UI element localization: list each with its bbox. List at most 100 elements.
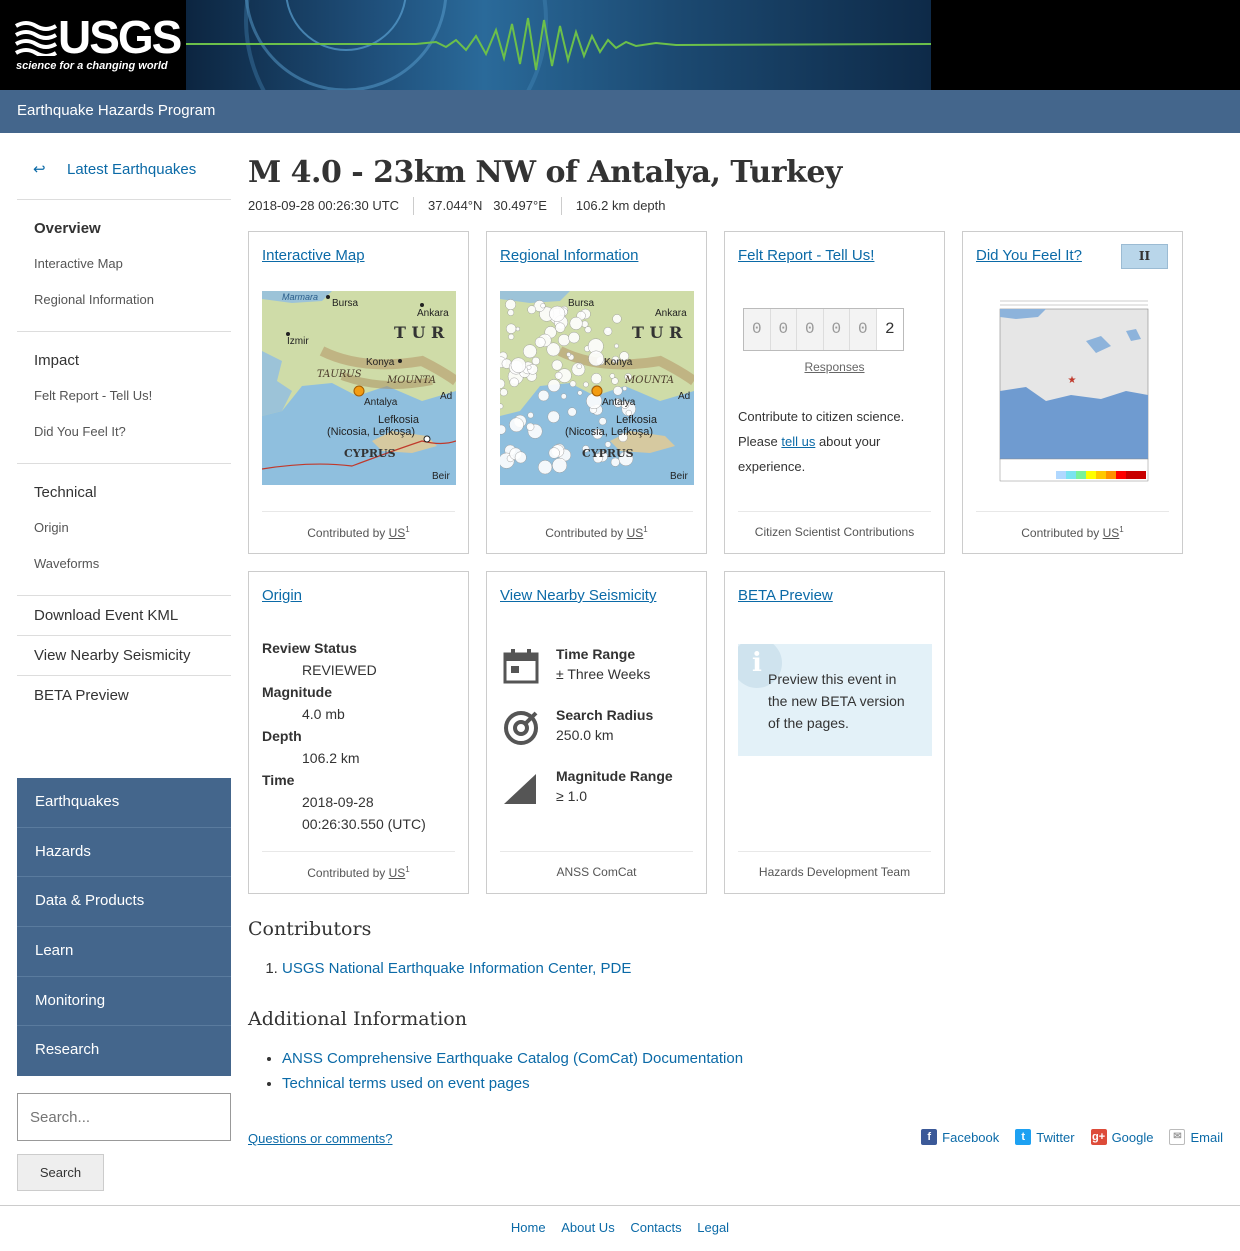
counter-digit: 0 [770, 309, 797, 350]
target-icon [504, 711, 538, 745]
depth-label: Depth [262, 728, 302, 744]
email-icon: ✉ [1169, 1129, 1186, 1145]
facebook-icon: f [921, 1129, 938, 1145]
footer-prefix: Contributed by [307, 526, 389, 540]
counter-digit: 0 [850, 309, 877, 350]
nav-technical[interactable]: Technical [17, 474, 231, 511]
dyfi-link[interactable]: Did You Feel It? [976, 247, 1082, 264]
regional-information-footer: Contributed by US1 [500, 511, 693, 553]
map-label-lefkosia: Lefkosia [378, 414, 420, 426]
regional-label-ad: Ad [678, 391, 690, 402]
responses-label: Responses [804, 360, 865, 374]
contributor-link[interactable]: USGS National Earthquake Information Cen… [282, 960, 631, 977]
beta-preview-link[interactable]: BETA Preview [738, 587, 833, 604]
share-email[interactable]: ✉ Email [1169, 1129, 1223, 1145]
magnitude-range-row: Magnitude Range ≥ 1.0 [500, 768, 673, 810]
latest-earthquakes-link[interactable]: ↩ Latest Earthquakes [17, 150, 231, 200]
footer-contacts-link[interactable]: Contacts [630, 1220, 681, 1235]
search-radius-label: Search Radius [556, 707, 654, 723]
regional-label-cyprus: CYPRUS [582, 447, 634, 460]
tell-us-link[interactable]: tell us [781, 434, 815, 449]
site-nav-earthquakes[interactable]: Earthquakes [17, 778, 231, 828]
nav-beta-preview[interactable]: BETA Preview [17, 676, 231, 715]
nav-dyfi[interactable]: Did You Feel It? [17, 415, 231, 451]
dyfi-intensity-map[interactable]: ★ [976, 291, 1170, 485]
footer-legal-link[interactable]: Legal [697, 1220, 729, 1235]
logo-wordmark: USGS [58, 11, 182, 63]
share-links: f Facebook t Twitter g+ Google ✉ Email [905, 1129, 1223, 1145]
search-input[interactable] [17, 1093, 231, 1141]
footer-sup: 1 [405, 865, 410, 874]
map-label-marmara: Marmara [282, 292, 318, 302]
contributor-us-link[interactable]: US [627, 526, 644, 540]
map-label-nicosia: (Nicosia, Lefkoşa) [327, 426, 415, 438]
share-email-label: Email [1190, 1129, 1223, 1145]
additional-info-list: ANSS Comprehensive Earthquake Catalog (C… [282, 1050, 743, 1100]
time-range-row: Time Range ± Three Weeks [500, 646, 650, 688]
regional-information-link[interactable]: Regional Information [500, 247, 638, 264]
contributor-us-link[interactable]: US [389, 866, 406, 880]
nav-felt-report[interactable]: Felt Report - Tell Us! [17, 379, 231, 415]
event-summary: 2018-09-28 00:26:30 UTC 37.044°N 30.497°… [248, 197, 680, 215]
map-label-antalya: Antalya [364, 397, 398, 408]
regional-label-nicosia: (Nicosia, Lefkoşa) [565, 426, 653, 438]
nav-interactive-map[interactable]: Interactive Map [17, 247, 231, 283]
nav-regional-information[interactable]: Regional Information [17, 283, 231, 319]
site-nav-monitoring[interactable]: Monitoring [17, 976, 231, 1027]
nav-waveforms[interactable]: Waveforms [17, 547, 231, 583]
program-title[interactable]: Earthquake Hazards Program [17, 102, 215, 119]
share-twitter[interactable]: t Twitter [1015, 1129, 1075, 1145]
card-regional-information: Regional Information Bursa Ankara T U R … [486, 231, 707, 554]
nav-origin[interactable]: Origin [17, 511, 231, 547]
dyfi-footer: Contributed by US1 [976, 511, 1169, 553]
questions-link[interactable]: Questions or comments? [248, 1131, 393, 1146]
card-interactive-map: Interactive Map Marmara Bursa Ankara Izm… [248, 231, 469, 554]
map-label-taurus: TAURUS [317, 369, 362, 380]
share-google[interactable]: g+ Google [1090, 1129, 1153, 1145]
search-button[interactable]: Search [17, 1154, 104, 1191]
site-nav-hazards[interactable]: Hazards [17, 827, 231, 878]
footer-sup: 1 [1119, 525, 1124, 534]
nav-impact[interactable]: Impact [17, 342, 231, 379]
usgs-logo[interactable]: USGS science for a changing world [0, 0, 186, 90]
contributor-us-link[interactable]: US [1103, 526, 1120, 540]
technical-terms-link[interactable]: Technical terms used on event pages [282, 1075, 530, 1092]
interactive-map-footer: Contributed by US1 [262, 511, 455, 553]
magnitude-range-value: ≥ 1.0 [556, 788, 588, 804]
time-label: Time [262, 772, 295, 788]
back-label: Latest Earthquakes [67, 161, 197, 178]
nav-overview[interactable]: Overview [17, 210, 231, 247]
comcat-docs-link[interactable]: ANSS Comprehensive Earthquake Catalog (C… [282, 1050, 743, 1067]
site-nav: Earthquakes Hazards Data & Products Lear… [17, 778, 231, 1077]
regional-map-thumbnail[interactable]: Bursa Ankara T U R Konya MOUNTA Ad Antal… [500, 291, 694, 485]
contributor-item: USGS National Earthquake Information Cen… [282, 960, 631, 985]
footer-about-link[interactable]: About Us [561, 1220, 614, 1235]
nav-group-technical: Technical Origin Waveforms [17, 464, 231, 596]
felt-report-footer: Citizen Scientist Contributions [738, 511, 931, 553]
site-nav-learn[interactable]: Learn [17, 927, 231, 977]
share-facebook[interactable]: f Facebook [921, 1129, 999, 1145]
site-nav-research[interactable]: Research [17, 1026, 231, 1077]
contributor-us-link[interactable]: US [389, 526, 406, 540]
interactive-map-link[interactable]: Interactive Map [262, 247, 365, 264]
logo-tagline: science for a changing world [16, 60, 168, 72]
nav-download-kml[interactable]: Download Event KML [17, 596, 231, 636]
magnitude-range-label: Magnitude Range [556, 768, 673, 784]
time-range-value: ± Three Weeks [556, 666, 651, 682]
additional-item: Technical terms used on event pages [282, 1075, 743, 1100]
magnitude-value: 4.0 mb [302, 706, 345, 722]
beta-preview-footer: Hazards Development Team [738, 851, 931, 893]
seismogram-banner [186, 0, 931, 90]
footer-home-link[interactable]: Home [511, 1220, 546, 1235]
origin-link[interactable]: Origin [262, 587, 302, 604]
felt-report-link[interactable]: Felt Report - Tell Us! [738, 247, 874, 264]
footer-prefix: Contributed by [545, 526, 627, 540]
nearby-seismicity-link[interactable]: View Nearby Seismicity [500, 587, 656, 604]
origin-details: Review Status REVIEWED Magnitude 4.0 mb … [262, 640, 426, 838]
nav-nearby-seismicity[interactable]: View Nearby Seismicity [17, 636, 231, 676]
beta-info-box: i Preview this event in the new BETA ver… [738, 644, 932, 756]
site-nav-data-products[interactable]: Data & Products [17, 877, 231, 928]
interactive-map-thumbnail[interactable]: Marmara Bursa Ankara Izmir T U R Konya T… [262, 291, 456, 485]
map-label-bursa: Bursa [332, 298, 359, 309]
sidebar: ↩ Latest Earthquakes Overview Interactive… [17, 150, 231, 715]
